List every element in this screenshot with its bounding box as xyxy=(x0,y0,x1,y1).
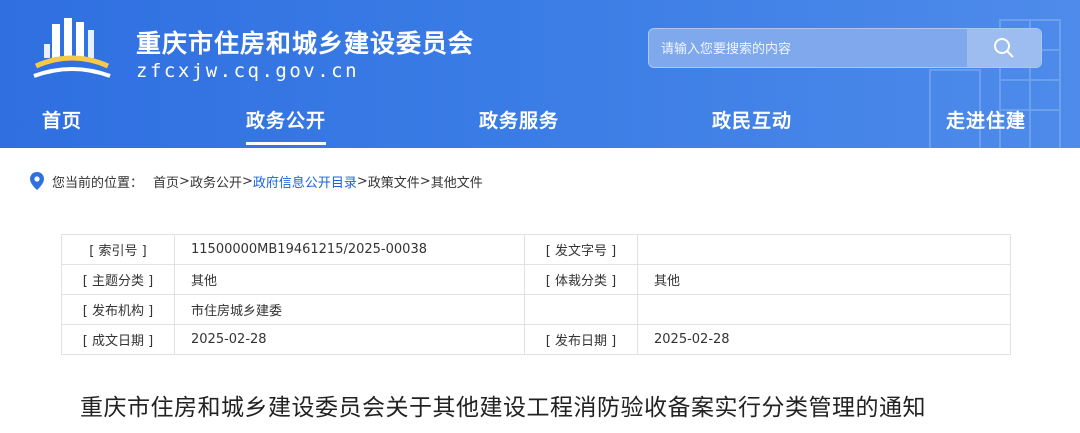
nav-about[interactable]: 走进住建 xyxy=(946,106,1026,133)
breadcrumb-separator: > xyxy=(356,173,368,189)
site-header: 重庆市住房和城乡建设委员会 zfcxjw.cq.gov.cn 首页 政务公开 政… xyxy=(0,0,1080,148)
label-genre-category: [ 体裁分类 ] xyxy=(524,264,638,295)
label-publish-date: [ 发布日期 ] xyxy=(524,324,638,355)
nav-public-interaction[interactable]: 政民互动 xyxy=(712,106,792,133)
breadcrumb-item-home[interactable]: 首页 xyxy=(153,172,179,191)
breadcrumb: 您当前的位置： 首页 > 政务公开 > 政府信息公开目录 > 政策文件 > 其他… xyxy=(30,170,483,192)
value-document-number xyxy=(637,234,1011,265)
search-icon xyxy=(994,38,1014,58)
label-empty xyxy=(524,294,638,325)
search-box xyxy=(648,28,1042,68)
main-nav: 首页 政务公开 政务服务 政民互动 走进住建 xyxy=(0,98,1080,148)
table-row: [ 主题分类 ] 其他 [ 体裁分类 ] 其他 xyxy=(61,264,1011,295)
breadcrumb-item-info-directory[interactable]: 政府信息公开目录 xyxy=(253,172,357,191)
location-pin-icon xyxy=(30,172,44,190)
value-empty xyxy=(637,294,1011,325)
value-genre-category: 其他 xyxy=(637,264,1011,295)
breadcrumb-separator: > xyxy=(241,173,253,189)
value-topic-category: 其他 xyxy=(174,264,525,295)
value-written-date: 2025-02-28 xyxy=(174,324,525,355)
site-title: 重庆市住房和城乡建设委员会 xyxy=(136,29,475,58)
site-domain: zfcxjw.cq.gov.cn xyxy=(136,60,360,82)
breadcrumb-item-other-documents[interactable]: 其他文件 xyxy=(431,172,483,191)
value-index-number: 11500000MB19461215/2025-00038 xyxy=(174,234,525,265)
breadcrumb-separator: > xyxy=(179,173,190,189)
value-publish-date: 2025-02-28 xyxy=(637,324,1011,355)
search-button[interactable] xyxy=(967,29,1041,67)
document-title: 重庆市住房和城乡建设委员会关于其他建设工程消防验收备案实行分类管理的通知 xyxy=(80,395,926,421)
document-metadata-table: [ 索引号 ] 11500000MB19461215/2025-00038 [ … xyxy=(61,234,1011,355)
label-document-number: [ 发文字号 ] xyxy=(524,234,638,265)
label-topic-category: [ 主题分类 ] xyxy=(61,264,175,295)
table-row: [ 索引号 ] 11500000MB19461215/2025-00038 [ … xyxy=(61,234,1011,265)
nav-home[interactable]: 首页 xyxy=(42,106,82,133)
table-row: [ 成文日期 ] 2025-02-28 [ 发布日期 ] 2025-02-28 xyxy=(61,324,1011,355)
search-input[interactable] xyxy=(659,35,963,63)
breadcrumb-item-government-affairs[interactable]: 政务公开 xyxy=(190,172,242,191)
breadcrumb-separator: > xyxy=(419,173,431,189)
breadcrumb-item-policy-documents[interactable]: 政策文件 xyxy=(368,172,420,191)
table-row: [ 发布机构 ] 市住房城乡建委 xyxy=(61,294,1011,325)
nav-government-services[interactable]: 政务服务 xyxy=(479,106,559,133)
government-logo xyxy=(33,18,111,78)
value-publishing-agency: 市住房城乡建委 xyxy=(174,294,525,325)
nav-government-affairs[interactable]: 政务公开 xyxy=(246,106,327,145)
label-publishing-agency: [ 发布机构 ] xyxy=(61,294,175,325)
label-index-number: [ 索引号 ] xyxy=(61,234,175,265)
breadcrumb-label: 您当前的位置： xyxy=(52,175,144,191)
label-written-date: [ 成文日期 ] xyxy=(61,324,175,355)
